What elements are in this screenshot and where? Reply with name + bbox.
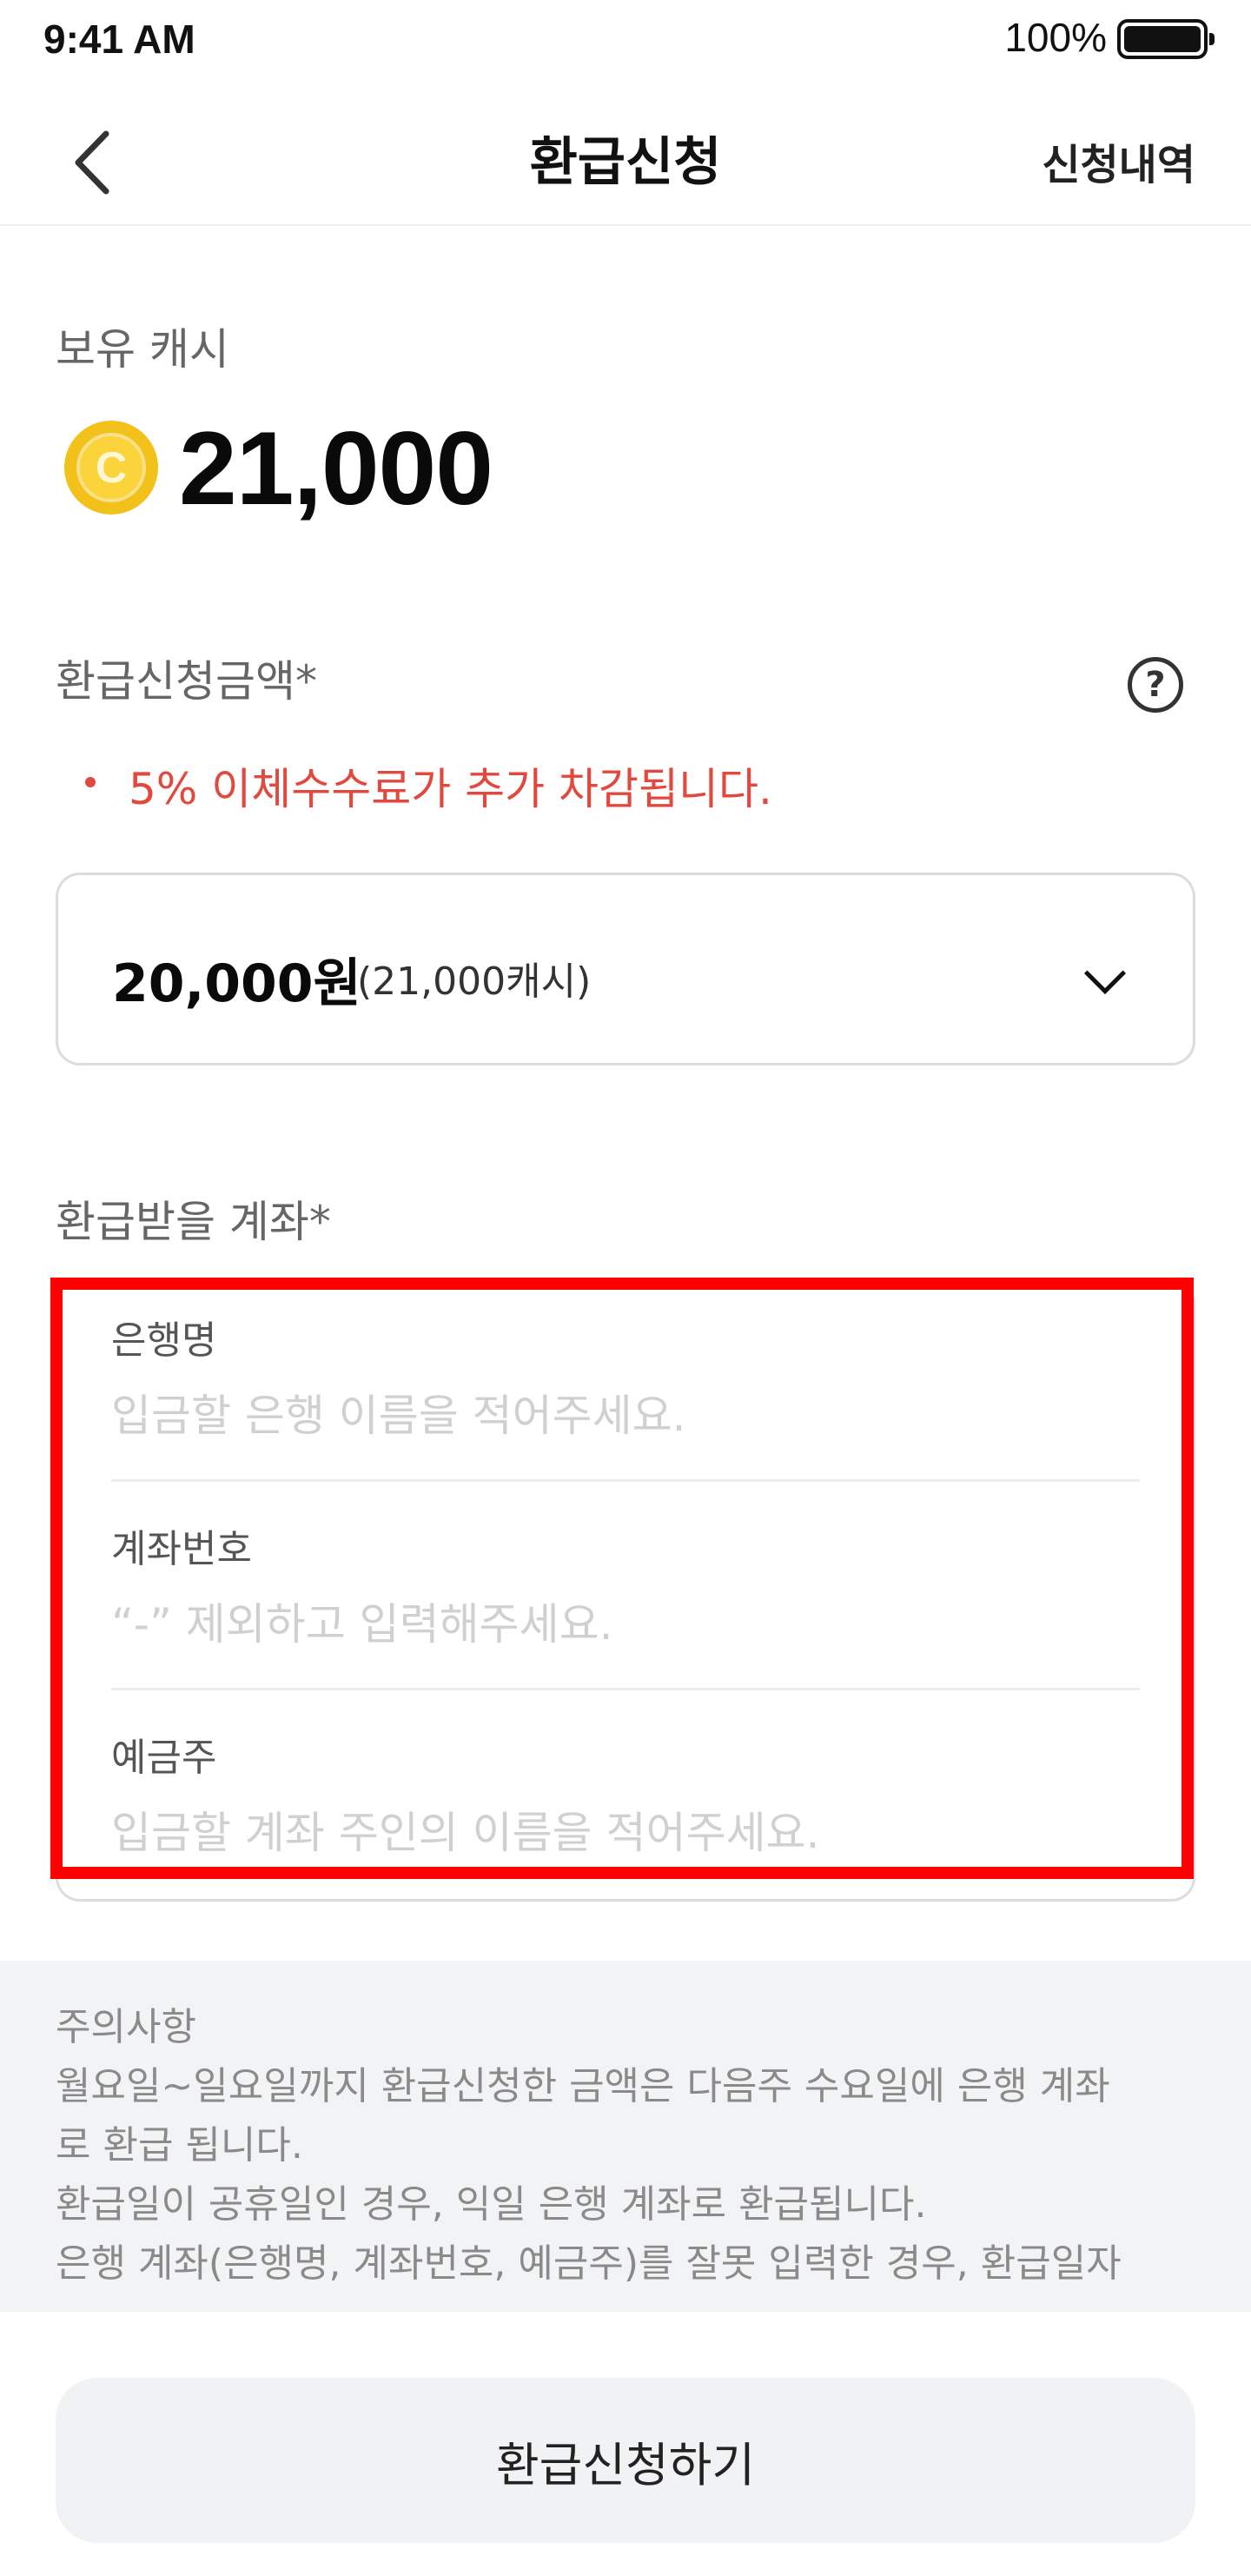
fee-note: 5% 이체수수료가 추가 차감됩니다. [129, 764, 772, 814]
notice-line: 은행 계좌(은행명, 계좌번호, 예금주)를 잘못 입력한 경우, 환급일자 [56, 2241, 1122, 2286]
battery-icon [1117, 19, 1215, 59]
navigation-bar: 환급신청 신청내역 [0, 96, 1251, 226]
notice-title: 주의사항 [56, 2005, 196, 2049]
account-holder-label: 예금주 [111, 1736, 217, 1780]
balance-label: 보유 캐시 [56, 324, 229, 375]
balance-value: 21,000 [179, 410, 493, 527]
amount-selected-value: 20,000원 [112, 953, 361, 1014]
account-number-label: 계좌번호 [111, 1527, 252, 1571]
status-time: 9:41 AM [43, 17, 195, 62]
coin-icon: C [64, 421, 158, 515]
bank-name-label: 은행명 [111, 1318, 217, 1363]
notice-line: 월요일~일요일까지 환급신청한 금액은 다음주 수요일에 은행 계좌 [56, 2064, 1110, 2108]
history-link[interactable]: 신청내역 [1042, 130, 1195, 191]
amount-select[interactable]: 20,000원 (21,000캐시) [56, 873, 1195, 1066]
divider [111, 1479, 1140, 1482]
help-icon[interactable]: ? [1128, 657, 1183, 713]
amount-selected-cash: (21,000캐시) [357, 959, 592, 1004]
battery-percentage: 100% [1004, 15, 1107, 60]
account-holder-input[interactable] [111, 1803, 1140, 1863]
notice-line: 로 환급 됩니다. [56, 2123, 303, 2168]
submit-button[interactable]: 환급신청하기 [56, 2378, 1195, 2543]
divider [111, 1688, 1140, 1690]
account-number-input[interactable] [111, 1594, 1140, 1655]
status-bar: 9:41 AM 100% [0, 0, 1251, 78]
chevron-down-icon [1083, 952, 1127, 995]
bullet-icon [85, 777, 96, 787]
amount-label: 환급신청금액* [56, 656, 317, 707]
coin-symbol: C [76, 433, 146, 502]
notice-section: 주의사항 월요일~일요일까지 환급신청한 금액은 다음주 수요일에 은행 계좌 … [0, 1961, 1251, 2312]
notice-line: 환급일이 공휴일인 경우, 익일 은행 계좌로 환급됩니다. [56, 2182, 927, 2227]
bank-name-input[interactable] [111, 1385, 1140, 1446]
account-label: 환급받을 계좌* [56, 1197, 331, 1247]
